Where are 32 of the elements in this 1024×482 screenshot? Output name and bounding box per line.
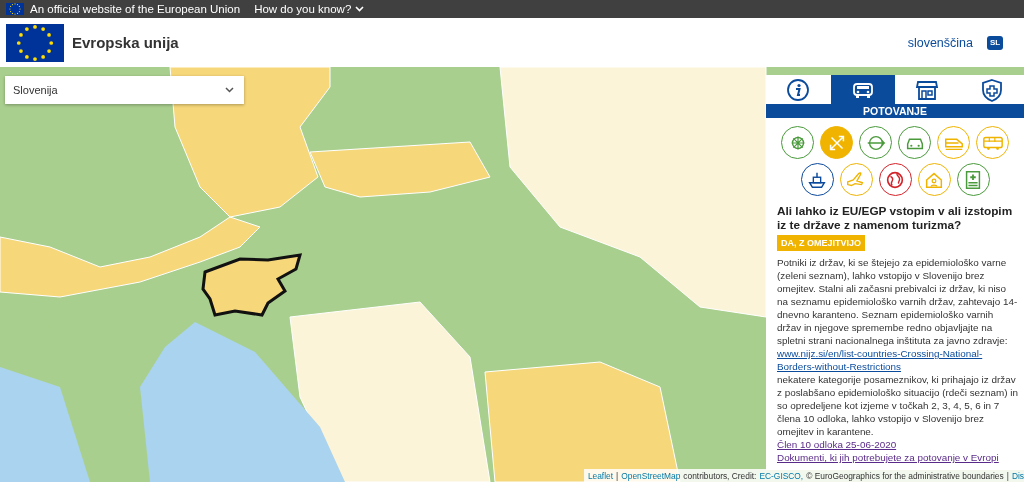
question-heading: Ali lahko iz EU/EGP vstopim v ali izstopim iz te države z namenom turizma?: [777, 204, 1014, 232]
document-link[interactable]: Dokumenti, ki jih potrebujete za potovanje v Evropi: [777, 451, 1018, 464]
nijz-link[interactable]: www.nijz.si/en/list-countries-Crossing-National-Borders-without-Restrictions: [777, 347, 1018, 373]
shield-cross-icon: [979, 77, 1004, 102]
how-do-you-know-button[interactable]: How do you know?: [254, 3, 365, 15]
official-notice: An official website of the European Union: [30, 3, 241, 15]
section-title: POTOVANJE: [766, 104, 1024, 118]
topic-button[interactable]: [800, 163, 834, 196]
topic-button[interactable]: [956, 163, 990, 196]
attribution-link[interactable]: OpenStreetMap: [621, 470, 681, 481]
attribution-link[interactable]: Leaflet: [587, 470, 614, 481]
language-link[interactable]: slovenščina: [907, 35, 973, 50]
country-dropdown[interactable]: Slovenija: [5, 76, 244, 104]
attribution-text: |: [616, 470, 619, 481]
answer-label: DA, Z OMEJITVIJO: [777, 235, 865, 251]
language-badge[interactable]: SL: [987, 35, 1003, 50]
attribution-link[interactable]: EC-GISCO,: [759, 470, 804, 481]
attribution-text: |: [1006, 470, 1009, 481]
info-icon: [786, 77, 811, 102]
topic-button[interactable]: [898, 126, 931, 159]
document-link[interactable]: Člen 10 odloka 25-06-2020: [777, 438, 1018, 451]
attribution-link[interactable]: Dis: [1011, 470, 1024, 481]
attribution-text: contributors, Credit:: [683, 470, 757, 481]
category-tab[interactable]: [830, 75, 895, 104]
eu-flag-icon: [6, 3, 24, 15]
chevron-down-icon: [225, 87, 234, 93]
topic-button[interactable]: [878, 163, 912, 196]
site-title: Evropska unija: [72, 34, 180, 51]
chevron-down-icon: [355, 6, 365, 12]
eu-flag-logo: [6, 23, 64, 62]
info-paragraph: Potniki iz držav, ki se štejejo za epidemiološko varne (zeleni seznam), lahko vstopijo v Slovenijo brez omejitev. Stalni ali začasni prebivalci iz držav, ki niso na seznamu epidemiološko varnih držav, zahtevajo 14-dnevno karanteno. Seznam epidemiološko varnih držav in njegove spremembe redno objavljajte na spletni strani nacionalnega inštituta za javno zdravje: www.nijz.si/en/list-countries-Crossing-National-Borders-without-Restrictions nekatere kategorije posameznikov, ki prihajajo iz držav z poslabšano epidemiološko situacijo (rdeči seznam) in so opredeljene kot izjeme v točkah 2, 3, 4, 5, 6 in 7 člena 10 odloka, lahko vstopijo v Slovenijo brez omejitev in karantene.: [777, 256, 1018, 438]
attribution-text: © EuroGeographics for the administrative boundaries: [806, 470, 1004, 481]
